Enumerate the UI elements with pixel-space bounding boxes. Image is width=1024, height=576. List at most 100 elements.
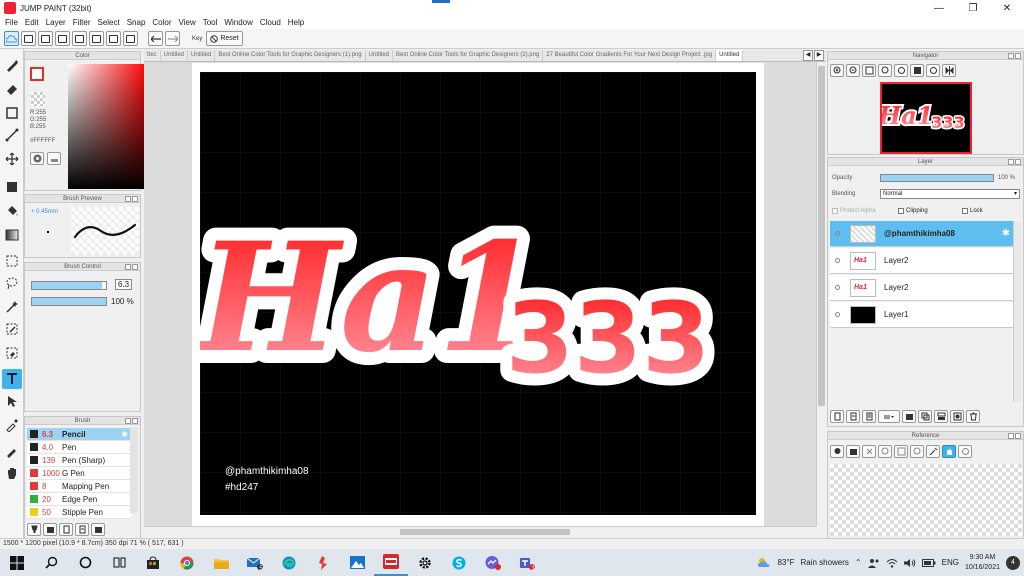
- rotate-left-button[interactable]: [894, 64, 908, 77]
- properties-button[interactable]: [123, 31, 138, 46]
- merge-down-button[interactable]: [934, 410, 948, 423]
- canvas-settings-button[interactable]: [106, 31, 121, 46]
- undo-button[interactable]: [148, 31, 163, 46]
- brush-list-item[interactable]: 6.3 Pencil ✱: [27, 428, 131, 441]
- canvas-horizontal-scrollbar[interactable]: [144, 526, 816, 536]
- saturation-value-picker[interactable]: [68, 61, 151, 189]
- taskbar-chrome[interactable]: [170, 549, 204, 576]
- layer-row[interactable]: @phamthikimha08 ✱: [830, 221, 1014, 247]
- brush-list-item[interactable]: 139 Pen (Sharp): [27, 454, 131, 467]
- magic-wand-tool[interactable]: [2, 297, 22, 317]
- text-tool[interactable]: [2, 369, 22, 389]
- hand-tool[interactable]: [2, 463, 22, 483]
- menu-help[interactable]: Help: [286, 18, 309, 27]
- language-indicator[interactable]: ENG: [942, 558, 959, 567]
- select-pen-tool[interactable]: [2, 319, 22, 339]
- clock[interactable]: 9:30 AM 10/16/2021: [965, 553, 1000, 573]
- people-icon[interactable]: [867, 558, 880, 568]
- color-wheel-button[interactable]: [30, 152, 44, 165]
- reference-zoom-out-button[interactable]: [910, 445, 924, 458]
- reference-rotate-button[interactable]: [958, 445, 972, 458]
- layer-row[interactable]: Layer1: [830, 302, 1014, 328]
- menu-view[interactable]: View: [177, 18, 201, 27]
- artwork-drawing[interactable]: Ha1 Ha1 333 333 @phamthikimha08 #hd247: [200, 72, 756, 515]
- brush-opacity-slider[interactable]: [31, 297, 107, 306]
- panel-close-button[interactable]: [1015, 159, 1021, 165]
- tab-document[interactable]: Untitled: [188, 50, 216, 61]
- tab-document[interactable]: 27 Beautiful Color Gradients For Your Ne…: [543, 50, 717, 61]
- export-button[interactable]: [89, 31, 104, 46]
- open-button[interactable]: [38, 31, 53, 46]
- cloud-button[interactable]: [4, 31, 19, 46]
- fill-rect-tool[interactable]: [2, 177, 22, 197]
- line-tool[interactable]: [2, 125, 22, 145]
- menu-tool[interactable]: Tool: [201, 18, 223, 27]
- tab-document[interactable]: ttec: [144, 50, 161, 61]
- tab-document[interactable]: Best Online Color Tools for Graphic Desi…: [215, 50, 366, 61]
- start-button[interactable]: [0, 549, 34, 576]
- menu-edit[interactable]: Edit: [23, 18, 44, 27]
- reset-button[interactable]: Reset: [206, 31, 243, 46]
- tab-scroll-left-button[interactable]: ◀: [803, 50, 813, 61]
- layer-row[interactable]: Ha1 Layer2: [830, 275, 1014, 301]
- clipping-checkbox[interactable]: Clipping: [898, 208, 928, 214]
- select-eraser-tool[interactable]: [2, 343, 22, 363]
- panel-float-button[interactable]: [125, 264, 131, 270]
- transparent-color-swatch[interactable]: [31, 92, 45, 106]
- brush-settings-gear-icon[interactable]: ✱: [121, 430, 128, 439]
- taskbar-app-red[interactable]: [306, 549, 340, 576]
- delete-layer-button[interactable]: [966, 410, 980, 423]
- new-layer-8bit-button[interactable]: [846, 410, 860, 423]
- brush-size-value[interactable]: 6.3: [115, 279, 133, 290]
- brush-list-item[interactable]: 50 Stipple Pen: [27, 506, 131, 519]
- new-layer-dropdown[interactable]: [878, 410, 900, 423]
- task-view-button[interactable]: [102, 549, 136, 576]
- object-tool[interactable]: [2, 391, 22, 411]
- notification-center-button[interactable]: 4: [1006, 555, 1020, 570]
- reference-close-button[interactable]: [862, 445, 876, 458]
- brush-list-item[interactable]: 4.0 Pen: [27, 441, 131, 454]
- zoom-in-button[interactable]: [830, 64, 844, 77]
- taskbar-skype[interactable]: [442, 549, 476, 576]
- taskbar-teams[interactable]: 3: [510, 549, 544, 576]
- tab-document[interactable]: Best Online Color Tools for Graphic Desi…: [393, 50, 544, 61]
- brush-list-item[interactable]: 1000 G Pen: [27, 467, 131, 480]
- cortana-button[interactable]: [68, 549, 102, 576]
- taskbar-mail[interactable]: 5: [238, 549, 272, 576]
- tab-scroll-right-button[interactable]: ▶: [814, 50, 824, 61]
- tab-document[interactable]: Untitled: [366, 50, 393, 61]
- weather-temp[interactable]: 83°F: [777, 558, 794, 567]
- reference-open-button[interactable]: [846, 445, 860, 458]
- select-rect-tool[interactable]: [2, 251, 22, 271]
- redo-button[interactable]: [165, 31, 180, 46]
- tab-document[interactable]: Untitled: [161, 50, 189, 61]
- reference-canvas[interactable]: [830, 464, 1022, 536]
- brush-folder-button[interactable]: [43, 523, 57, 536]
- panel-float-button[interactable]: [125, 418, 131, 424]
- reset-view-button[interactable]: [910, 64, 924, 77]
- gradient-tool[interactable]: [2, 225, 22, 245]
- foreground-color-swatch[interactable]: [30, 67, 44, 81]
- taskbar-edge[interactable]: [272, 549, 306, 576]
- menu-file[interactable]: File: [3, 18, 23, 27]
- pen-eyedropper-tool[interactable]: [2, 441, 22, 461]
- new-layer-1bit-button[interactable]: [862, 410, 876, 423]
- layer-settings-gear-icon[interactable]: ✱: [1002, 228, 1010, 239]
- layer-opacity-slider[interactable]: [880, 174, 994, 182]
- hex-value[interactable]: #FFFFFF: [30, 138, 55, 144]
- canvas-vertical-scrollbar[interactable]: [816, 62, 826, 526]
- panel-float-button[interactable]: [125, 196, 131, 202]
- brush-settings-button[interactable]: [27, 523, 41, 536]
- new-canvas-button[interactable]: [21, 31, 36, 46]
- reference-cloud-button[interactable]: [830, 445, 844, 458]
- brush-list-item[interactable]: 20 Edge Pen: [27, 493, 131, 506]
- taskbar-settings[interactable]: [408, 549, 442, 576]
- duplicate-brush-button[interactable]: [75, 523, 89, 536]
- layer-visibility-toggle[interactable]: [830, 285, 844, 290]
- vertical-scroll-thumb[interactable]: [818, 66, 825, 406]
- minimize-button[interactable]: —: [922, 0, 956, 16]
- flip-button[interactable]: [942, 64, 956, 77]
- layer-visibility-toggle[interactable]: [830, 258, 844, 263]
- menu-window[interactable]: Window: [222, 18, 257, 27]
- navigator-preview[interactable]: Ha1 Ha1 333 333: [880, 82, 972, 154]
